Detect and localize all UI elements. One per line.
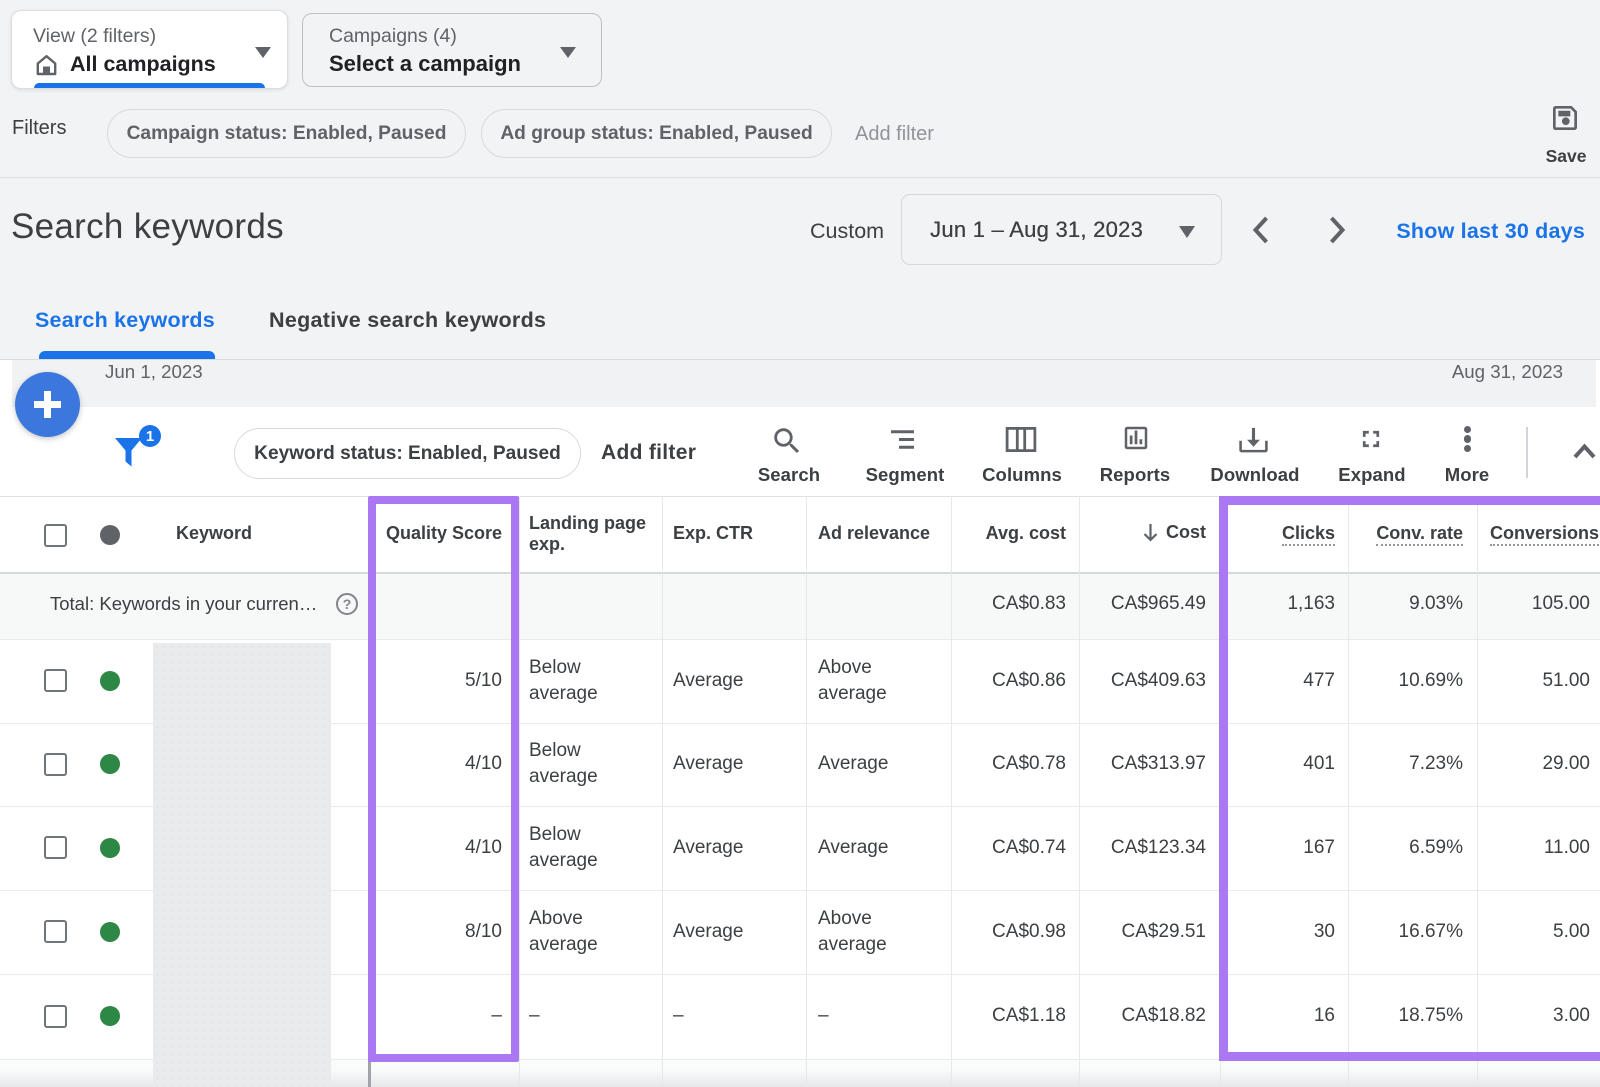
svg-text:?: ?: [343, 596, 352, 612]
